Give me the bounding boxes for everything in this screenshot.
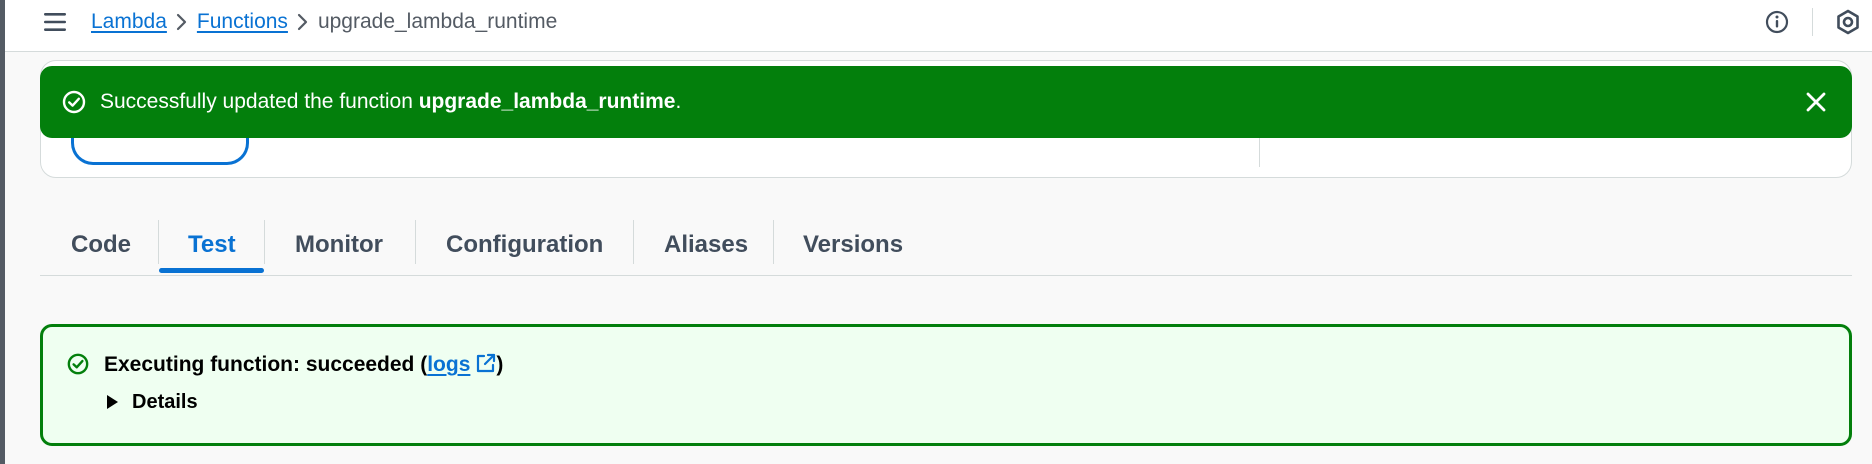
tab-test[interactable]: Test — [188, 224, 236, 266]
details-label[interactable]: Details — [132, 391, 198, 414]
details-expander[interactable]: Details — [107, 387, 198, 417]
flash-message: Successfully updated the function upgrad… — [100, 88, 681, 116]
close-icon[interactable] — [1802, 88, 1830, 116]
flash-message-prefix: Successfully updated the function — [100, 90, 419, 113]
top-navigation-bar: Lambda Functions upgrade_lambda_runtime — [5, 0, 1872, 52]
tab-aliases[interactable]: Aliases — [664, 224, 748, 266]
tab-divider — [633, 220, 634, 264]
check-circle-icon — [62, 90, 86, 114]
active-tab-indicator — [159, 268, 264, 273]
tab-divider — [415, 220, 416, 264]
tab-configuration[interactable]: Configuration — [446, 224, 603, 266]
tab-code[interactable]: Code — [71, 224, 131, 266]
success-flash-banner: Successfully updated the function upgrad… — [40, 66, 1852, 138]
settings-icon[interactable] — [1835, 9, 1861, 35]
window-left-edge — [0, 0, 5, 464]
function-tabs: Code Test Monitor Configuration Aliases … — [40, 214, 1852, 276]
execution-result-alert: Executing function: succeeded (logs ) De… — [40, 324, 1852, 446]
execution-status-suffix: ) — [496, 353, 504, 376]
breadcrumb-functions-link[interactable]: Functions — [197, 10, 288, 34]
external-link-icon[interactable] — [476, 353, 496, 373]
check-circle-icon — [67, 353, 89, 375]
breadcrumb: Lambda Functions upgrade_lambda_runtime — [91, 9, 557, 35]
tab-divider — [773, 220, 774, 264]
tab-divider — [264, 220, 265, 264]
top-bar-divider — [1812, 8, 1813, 36]
tab-monitor[interactable]: Monitor — [295, 224, 383, 266]
tab-divider — [158, 220, 159, 264]
info-icon[interactable] — [1765, 10, 1789, 34]
chevron-right-icon — [288, 13, 318, 31]
hamburger-menu-icon[interactable] — [41, 10, 69, 34]
breadcrumb-current-page: upgrade_lambda_runtime — [317, 10, 558, 33]
flash-function-name: upgrade_lambda_runtime — [418, 90, 676, 113]
tab-versions[interactable]: Versions — [803, 224, 903, 266]
overview-button-partial[interactable] — [71, 135, 249, 165]
execution-status-title: Executing function: succeeded (logs ) — [104, 351, 503, 379]
overview-divider — [1259, 133, 1260, 167]
logs-link[interactable]: logs — [427, 353, 496, 376]
breadcrumb-lambda-link[interactable]: Lambda — [91, 10, 167, 34]
execution-status-prefix: Executing function: succeeded ( — [104, 353, 428, 376]
logs-link-label[interactable]: logs — [427, 353, 470, 376]
caret-right-icon[interactable] — [107, 395, 118, 409]
flash-message-suffix: . — [675, 90, 682, 113]
chevron-right-icon — [167, 13, 197, 31]
